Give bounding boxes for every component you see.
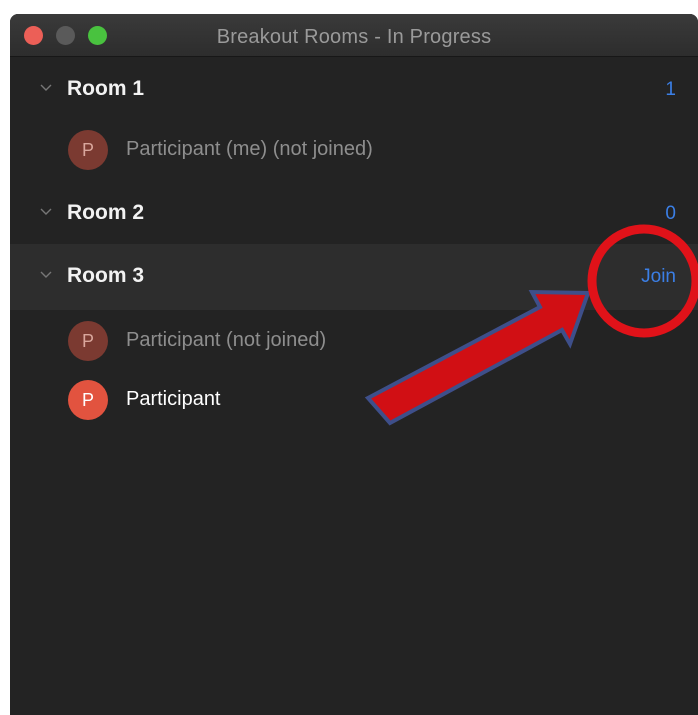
avatar: P <box>68 380 108 420</box>
participant-item: P Participant <box>10 375 698 425</box>
participant-item: P Participant (me) (not joined) <box>10 125 698 175</box>
breakout-rooms-window: Breakout Rooms - In Progress Room 1 1 P … <box>10 14 698 715</box>
room-participant-count: 1 <box>665 79 676 100</box>
room-name: Room 1 <box>67 77 145 100</box>
chevron-down-icon[interactable] <box>38 266 54 282</box>
participant-name: Participant (not joined) <box>126 329 327 351</box>
room-row-1[interactable]: Room 1 1 <box>10 57 698 123</box>
room-row-3[interactable]: Room 3 Join <box>10 244 698 310</box>
title-bar: Breakout Rooms - In Progress <box>10 14 698 57</box>
window-title: Breakout Rooms - In Progress <box>216 26 492 48</box>
avatar: P <box>68 321 108 361</box>
join-room-button[interactable]: Join <box>641 266 676 288</box>
room-name: Room 2 <box>67 201 145 224</box>
participant-item: P Participant (not joined) <box>10 316 698 366</box>
room-row-2[interactable]: Room 2 0 <box>10 181 698 247</box>
chevron-down-icon[interactable] <box>38 79 54 95</box>
participant-name: Participant (me) (not joined) <box>126 138 373 160</box>
room-participant-count: 0 <box>665 203 676 224</box>
chevron-down-icon[interactable] <box>38 203 54 219</box>
room-name: Room 3 <box>67 264 145 287</box>
participant-name: Participant <box>126 388 221 410</box>
avatar: P <box>68 130 108 170</box>
